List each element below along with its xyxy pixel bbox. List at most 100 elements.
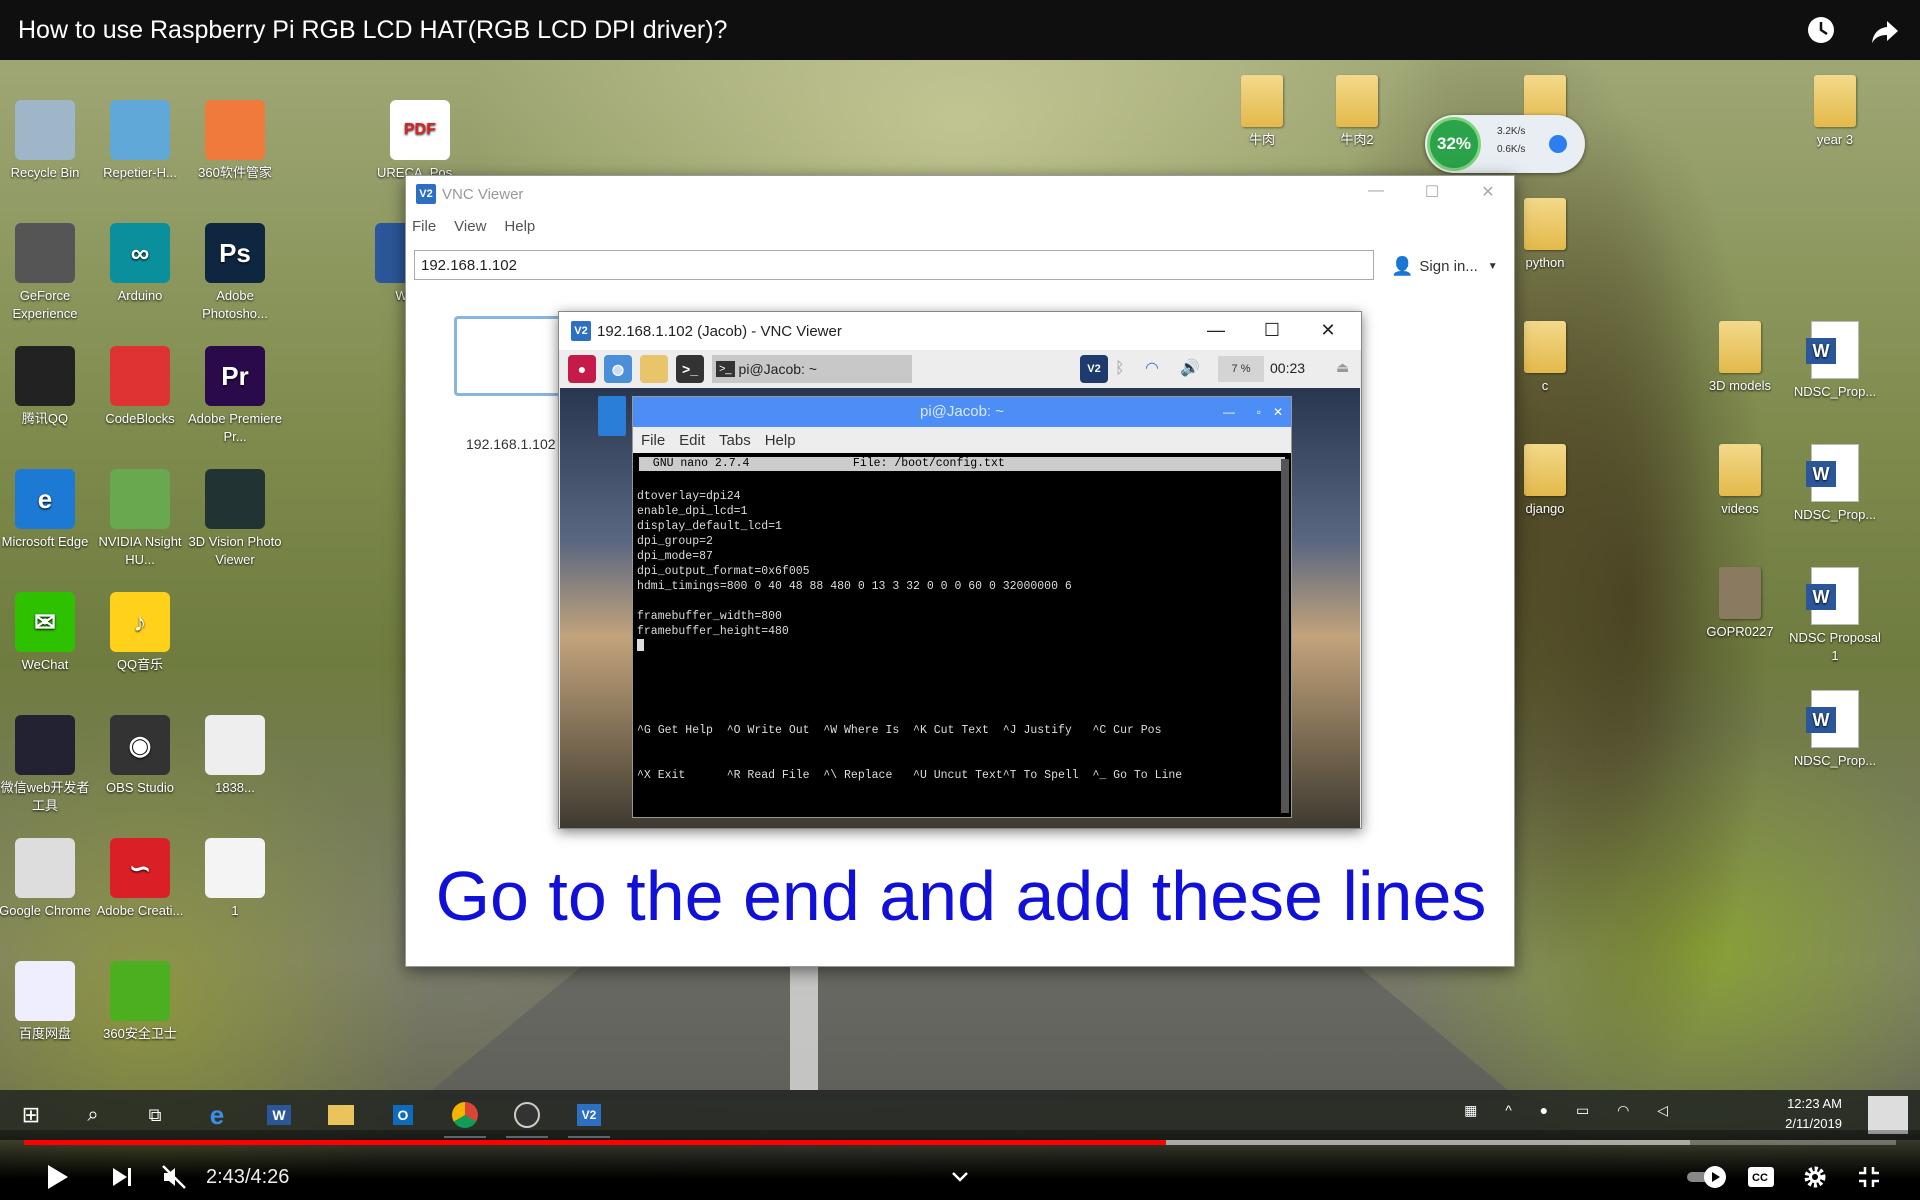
- system-tray-icons[interactable]: ▦ ^ ● ▭ ◠ ◁: [1464, 1102, 1680, 1119]
- desktop-icon-label: NVIDIA Nsight HU...: [98, 534, 182, 567]
- pi-trash-icon[interactable]: [598, 396, 626, 436]
- vnc-session-titlebar[interactable]: V2 192.168.1.102 (Jacob) - VNC Viewer — …: [559, 312, 1361, 350]
- desktop-icon[interactable]: 微信web开发者工具: [0, 715, 95, 815]
- address-input[interactable]: 192.168.1.102: [414, 250, 1374, 280]
- progress-bar[interactable]: [24, 1140, 1896, 1145]
- terminal-titlebar[interactable]: pi@Jacob: ~ — ▫ ✕: [633, 397, 1291, 427]
- desktop-icon[interactable]: W NDSC_Prop...: [1785, 444, 1885, 524]
- desktop-icon[interactable]: ◉ OBS Studio: [90, 715, 190, 797]
- settings-button[interactable]: [1800, 1160, 1830, 1194]
- menu-help[interactable]: Help: [504, 218, 535, 235]
- menu-file[interactable]: File: [412, 218, 436, 235]
- desktop-icon[interactable]: year 3: [1785, 75, 1885, 149]
- qq-icon: [15, 346, 75, 406]
- desktop-icon[interactable]: Google Chrome: [0, 838, 95, 920]
- terminal-scrollbar[interactable]: [1281, 459, 1289, 813]
- desktop-icon[interactable]: 360安全卫士: [90, 961, 190, 1043]
- desktop-icon[interactable]: 1: [185, 838, 285, 920]
- desktop-icon[interactable]: ♪ QQ音乐: [90, 592, 190, 674]
- desktop-icon[interactable]: GOPR0227: [1690, 567, 1790, 641]
- desktop-icon[interactable]: NVIDIA Nsight HU...: [90, 469, 190, 569]
- term-menu-tabs[interactable]: Tabs: [719, 432, 751, 449]
- file-manager-icon[interactable]: [640, 355, 668, 383]
- desktop-icon-label: OBS Studio: [106, 780, 174, 795]
- pi-desktop[interactable]: ● ◍ >_ >_ pi@Jacob: ~ V2 ᛒ ◠ 🔊 7 % 00:23…: [560, 350, 1360, 828]
- desktop-icon[interactable]: e Microsoft Edge: [0, 469, 95, 551]
- desktop-icon[interactable]: ∽ Adobe Creati...: [90, 838, 190, 920]
- desktop-icon[interactable]: GeForce Experience: [0, 223, 95, 323]
- exit-fullscreen-button[interactable]: [1854, 1160, 1884, 1194]
- desktop-icon[interactable]: 牛肉2: [1307, 75, 1407, 149]
- autoplay-toggle[interactable]: [1684, 1160, 1730, 1194]
- signin-button[interactable]: 👤 Sign in... ▼: [1391, 256, 1498, 277]
- desktop-icon[interactable]: W NDSC Proposal 1: [1785, 567, 1885, 665]
- next-button[interactable]: [104, 1160, 140, 1194]
- vnc-main-titlebar[interactable]: V2 VNC Viewer — ☐ ✕: [406, 176, 1514, 212]
- desktop-icon[interactable]: PDF URECA_Pos...: [370, 100, 470, 182]
- minimize-icon[interactable]: —: [1223, 397, 1235, 427]
- search-icon: ⌕: [87, 1103, 99, 1126]
- menu-view[interactable]: View: [454, 218, 486, 235]
- desktop-icon[interactable]: 百度网盘: [0, 961, 95, 1043]
- video-frame[interactable]: Recycle Bin Repetier-H... 360软件管家 GeForce E…: [0, 0, 1920, 1200]
- mute-button[interactable]: [156, 1160, 192, 1194]
- term-menu-help[interactable]: Help: [765, 432, 796, 449]
- tray-clock[interactable]: 12:23 AM 2/11/2019: [1785, 1094, 1842, 1134]
- desktop-icon[interactable]: 3D Vision Photo Viewer: [185, 469, 285, 569]
- desktop-icon[interactable]: W NDSC_Prop...: [1785, 690, 1885, 770]
- close-icon[interactable]: ✕: [1313, 320, 1343, 341]
- bluetooth-icon[interactable]: ᛒ: [1115, 360, 1125, 378]
- browser-icon[interactable]: ◍: [604, 355, 632, 383]
- nano-editor-text[interactable]: dtoverlay=dpi24 enable_dpi_lcd=1 display_d…: [633, 471, 1291, 651]
- maximize-icon[interactable]: ☐: [1257, 320, 1287, 341]
- desktop-icon[interactable]: 360软件管家: [185, 100, 285, 182]
- share-icon[interactable]: [1868, 13, 1902, 47]
- connection-monitor-icon[interactable]: [454, 316, 564, 396]
- close-icon[interactable]: ✕: [1470, 182, 1506, 204]
- desktop-icon[interactable]: Recycle Bin: [0, 100, 95, 182]
- vnc-session-window[interactable]: V2 192.168.1.102 (Jacob) - VNC Viewer — …: [558, 311, 1362, 829]
- watch-later-icon[interactable]: [1804, 13, 1838, 47]
- raspberry-menu-icon[interactable]: ●: [568, 355, 596, 383]
- desktop-icon-label: NDSC_Prop...: [1793, 753, 1877, 768]
- minimize-icon[interactable]: —: [1201, 320, 1231, 341]
- desktop-icon[interactable]: 3D models: [1690, 321, 1790, 395]
- volume-icon[interactable]: 🔊: [1180, 358, 1200, 378]
- terminal-window[interactable]: pi@Jacob: ~ — ▫ ✕ File Edit Tabs Help GN…: [632, 396, 1292, 818]
- pdf-icon: PDF: [390, 100, 450, 160]
- word-badge-icon: W: [1806, 584, 1836, 610]
- term-menu-file[interactable]: File: [641, 432, 665, 449]
- maximize-icon[interactable]: ☐: [1414, 182, 1450, 204]
- played-bar: [24, 1140, 1166, 1145]
- folder-icon: [1336, 75, 1378, 127]
- desktop-icon-label: 牛肉: [1248, 132, 1275, 147]
- desktop-icon[interactable]: 1838...: [185, 715, 285, 797]
- wifi-icon[interactable]: ◠: [1145, 358, 1159, 378]
- video-player[interactable]: Recycle Bin Repetier-H... 360软件管家 GeForce E…: [0, 0, 1920, 1200]
- notification-thumbnail-icon[interactable]: [1868, 1096, 1908, 1134]
- play-button[interactable]: [40, 1160, 76, 1194]
- desktop-icon[interactable]: 牛肉: [1212, 75, 1312, 149]
- desktop-icon[interactable]: Repetier-H...: [90, 100, 190, 182]
- captions-button[interactable]: CC: [1746, 1160, 1776, 1194]
- desktop-icon[interactable]: Ps Adobe Photosho...: [185, 223, 285, 323]
- close-icon[interactable]: ✕: [1273, 397, 1283, 427]
- pi-task-terminal[interactable]: >_ pi@Jacob: ~: [712, 355, 912, 383]
- minimize-icon[interactable]: —: [1358, 182, 1394, 204]
- desktop-icon[interactable]: W NDSC_Prop...: [1785, 321, 1885, 401]
- eject-icon[interactable]: ⏏: [1336, 359, 1349, 376]
- maximize-icon[interactable]: ▫: [1257, 397, 1261, 427]
- desktop-icon[interactable]: videos: [1690, 444, 1790, 518]
- qq-music-icon: ♪: [110, 592, 170, 652]
- term-menu-edit[interactable]: Edit: [679, 432, 705, 449]
- desktop-icon[interactable]: 腾讯QQ: [0, 346, 95, 428]
- terminal-icon[interactable]: >_: [676, 355, 704, 383]
- desktop-icon[interactable]: ∞ Arduino: [90, 223, 190, 305]
- desktop-icon[interactable]: Pr Adobe Premiere Pr...: [185, 346, 285, 446]
- expand-chevron-button[interactable]: [945, 1160, 975, 1194]
- desktop-icon[interactable]: ✉ WeChat: [0, 592, 95, 674]
- desktop-icon[interactable]: CodeBlocks: [90, 346, 190, 428]
- video-title[interactable]: How to use Raspberry Pi RGB LCD HAT(RGB …: [18, 16, 1774, 45]
- network-speed-widget[interactable]: 32% 3.2K/s 0.6K/s: [1425, 115, 1585, 173]
- vnc-server-icon[interactable]: V2: [1080, 355, 1108, 383]
